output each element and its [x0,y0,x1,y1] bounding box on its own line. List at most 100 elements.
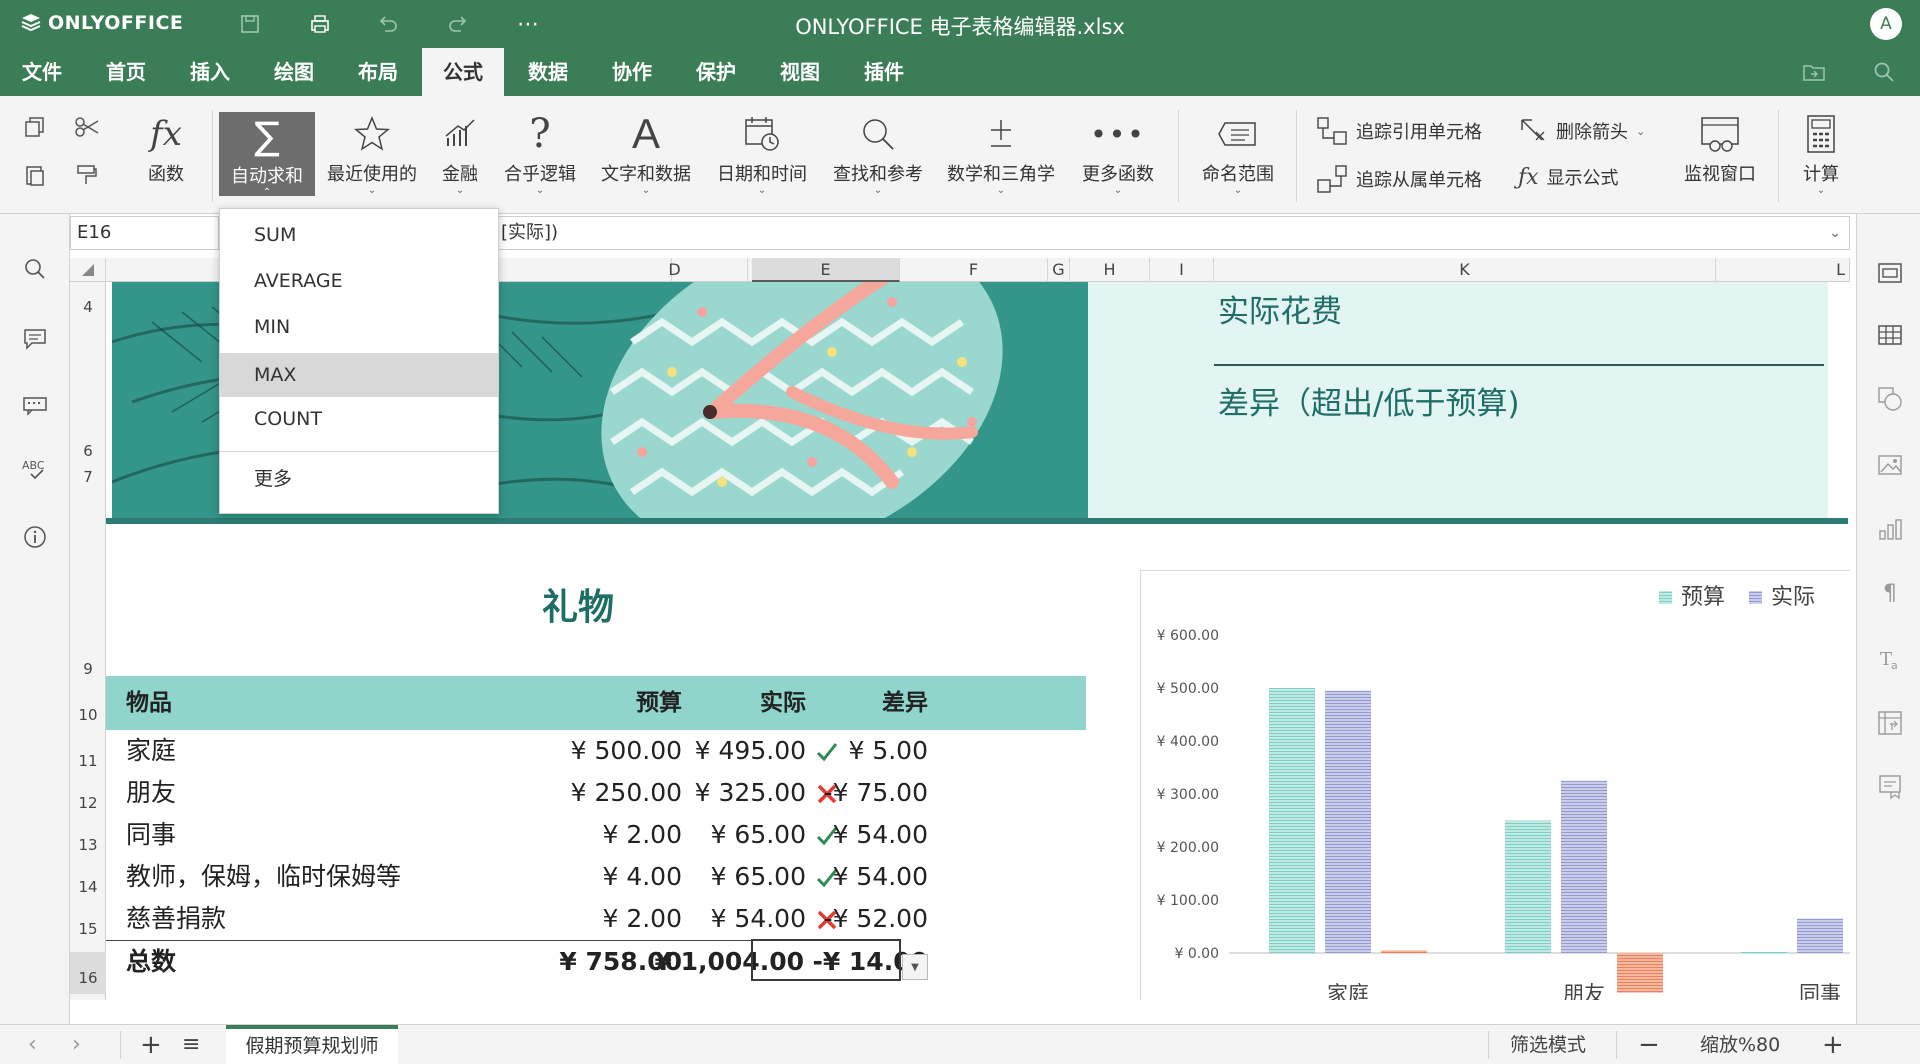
table-row[interactable]: 同事 ¥ 2.00 ¥ 65.00 ¥ 54.00 [106,814,1106,856]
menu-item-sum[interactable]: SUM [220,213,498,257]
trace-dependents-button[interactable]: 追踪从属单元格 [1316,164,1482,194]
table-row[interactable]: 教师，保姆，临时保姆等 ¥ 4.00 ¥ 65.00 ¥ 54.00 [106,856,1106,898]
column-header-f[interactable]: F [900,258,1048,282]
chevron-down-icon[interactable]: ⌄ [1829,217,1841,249]
add-sheet-icon[interactable]: + [140,1025,162,1064]
select-all-corner[interactable] [70,258,106,282]
menu-item-count[interactable]: COUNT [220,397,498,441]
show-formulas-button[interactable]: ƒx 显示公式 [1518,164,1619,190]
item-cell[interactable]: 慈善捐款 [126,898,226,940]
row-header-9[interactable]: 9 [70,660,106,678]
autosum-button[interactable]: ∑ 自动求和 ⌃ [219,112,315,198]
tab-view[interactable]: 视图 [772,48,828,96]
recent-functions-button[interactable]: 最近使用的 ⌄ [322,110,422,206]
text-art-settings-icon[interactable]: Ta [1875,644,1905,674]
column-header-h[interactable]: H [1070,258,1150,282]
prev-sheet-icon[interactable]: ‹ [28,1025,37,1064]
budget-bar[interactable] [1505,820,1551,954]
diff-bar[interactable] [1381,950,1427,953]
column-header-g[interactable]: G [1048,258,1070,282]
user-avatar[interactable]: A [1870,8,1902,40]
diff-cell[interactable]: ¥ 54.00 [756,856,928,898]
table-row[interactable]: 家庭 ¥ 500.00 ¥ 495.00 ¥ 5.00 [106,730,1106,772]
lookup-button[interactable]: 查找和参考 ⌄ [828,110,928,206]
formula-input[interactable]: [实际]) [501,217,558,249]
next-sheet-icon[interactable]: › [72,1025,81,1064]
info-icon[interactable] [20,522,50,552]
row-header-6[interactable]: 6 [70,442,106,460]
zoom-level[interactable]: 缩放%80 [1700,1025,1780,1064]
open-location-icon[interactable] [1800,58,1828,86]
paste-icon[interactable] [18,158,52,192]
function-button[interactable]: fx 函数 [138,110,194,206]
logical-button[interactable]: ? 合乎逻辑 ⌄ [500,110,580,206]
zoom-out-icon[interactable]: − [1638,1025,1660,1064]
row-header-15[interactable]: 15 [70,920,106,938]
item-cell[interactable]: 朋友 [126,772,176,814]
menu-item-max[interactable]: MAX [220,353,498,397]
column-header-e[interactable]: E [752,258,900,282]
format-painter-icon[interactable] [70,158,104,192]
row-header-10[interactable]: 10 [70,706,106,724]
budget-bar[interactable] [1269,688,1315,953]
row-header-13[interactable]: 13 [70,836,106,854]
column-header-l[interactable]: L [1716,258,1850,282]
comments-icon[interactable] [20,324,50,354]
cell-settings-icon[interactable] [1875,258,1905,288]
chat-icon[interactable] [20,390,50,420]
row-header-11[interactable]: 11 [70,752,106,770]
spellcheck-icon[interactable]: ABC [20,454,50,484]
tab-protect[interactable]: 保护 [688,48,744,96]
row-header-16[interactable]: 16 [70,952,106,994]
column-header-i[interactable]: I [1150,258,1214,282]
menu-item-average[interactable]: AVERAGE [220,259,498,303]
finance-button[interactable]: 金融 ⌄ [434,110,486,206]
name-box[interactable]: E16 [71,217,219,249]
row-header-14[interactable]: 14 [70,878,106,896]
named-ranges-button[interactable]: 命名范围 ⌄ [1196,110,1280,206]
row-header-7[interactable]: 7 [70,468,106,486]
paragraph-settings-icon[interactable]: ¶ [1875,578,1905,608]
remove-arrows-button[interactable]: 删除箭头 ⌄ [1518,116,1645,146]
tab-layout[interactable]: 布局 [350,48,406,96]
tab-home[interactable]: 首页 [98,48,154,96]
find-icon[interactable] [20,254,50,284]
table-row[interactable]: 朋友 ¥ 250.00 ¥ 325.00 -¥ 75.00 [106,772,1106,814]
budget-bar[interactable] [1741,951,1787,954]
tab-file[interactable]: 文件 [14,48,70,96]
budget-chart[interactable]: ¥ 600.00 ¥ 500.00 ¥ 400.00 ¥ 300.00 ¥ 200.00… [1140,570,1850,1000]
signature-settings-icon[interactable] [1875,772,1905,802]
item-cell[interactable]: 同事 [126,814,176,856]
menu-item-min[interactable]: MIN [220,305,498,349]
diff-cell[interactable]: -¥ 52.00 [756,898,928,940]
row-header-4[interactable]: 4 [70,298,106,316]
tab-draw[interactable]: 绘图 [266,48,322,96]
sheet-tab[interactable]: 假期预算规划师 [226,1025,398,1064]
item-cell[interactable]: 家庭 [126,730,176,772]
tab-formula[interactable]: 公式 [422,48,504,96]
datetime-button[interactable]: 日期和时间 ⌄ [712,110,812,206]
diff-bar[interactable] [1617,953,1663,993]
more-functions-button[interactable]: ••• 更多函数 ⌄ [1076,110,1160,206]
cut-icon[interactable] [70,110,104,144]
tab-plugins[interactable]: 插件 [856,48,912,96]
diff-cell[interactable]: -¥ 75.00 [756,772,928,814]
calculate-button[interactable]: 计算 ⌄ [1796,110,1846,206]
copy-icon[interactable] [18,110,52,144]
sheet-list-icon[interactable]: ≡ [182,1025,200,1064]
watch-window-button[interactable]: 监视窗口 [1676,110,1764,206]
column-header-k[interactable]: K [1214,258,1716,282]
column-header-d[interactable]: D [602,258,748,282]
zoom-in-icon[interactable]: + [1822,1025,1844,1064]
search-icon[interactable] [1870,58,1898,86]
row-header-12[interactable]: 12 [70,794,106,812]
pivot-settings-icon[interactable] [1875,708,1905,738]
actual-bar[interactable] [1561,780,1607,953]
diff-cell[interactable]: ¥ 5.00 [756,730,928,772]
table-row[interactable]: 慈善捐款 ¥ 2.00 ¥ 54.00 -¥ 52.00 [106,898,1106,940]
actual-bar[interactable] [1325,690,1371,953]
math-button[interactable]: 数学和三角学 ⌄ [942,110,1060,206]
tab-collaborate[interactable]: 协作 [604,48,660,96]
actual-bar[interactable] [1797,918,1843,953]
text-data-button[interactable]: A 文字和数据 ⌄ [596,110,696,206]
